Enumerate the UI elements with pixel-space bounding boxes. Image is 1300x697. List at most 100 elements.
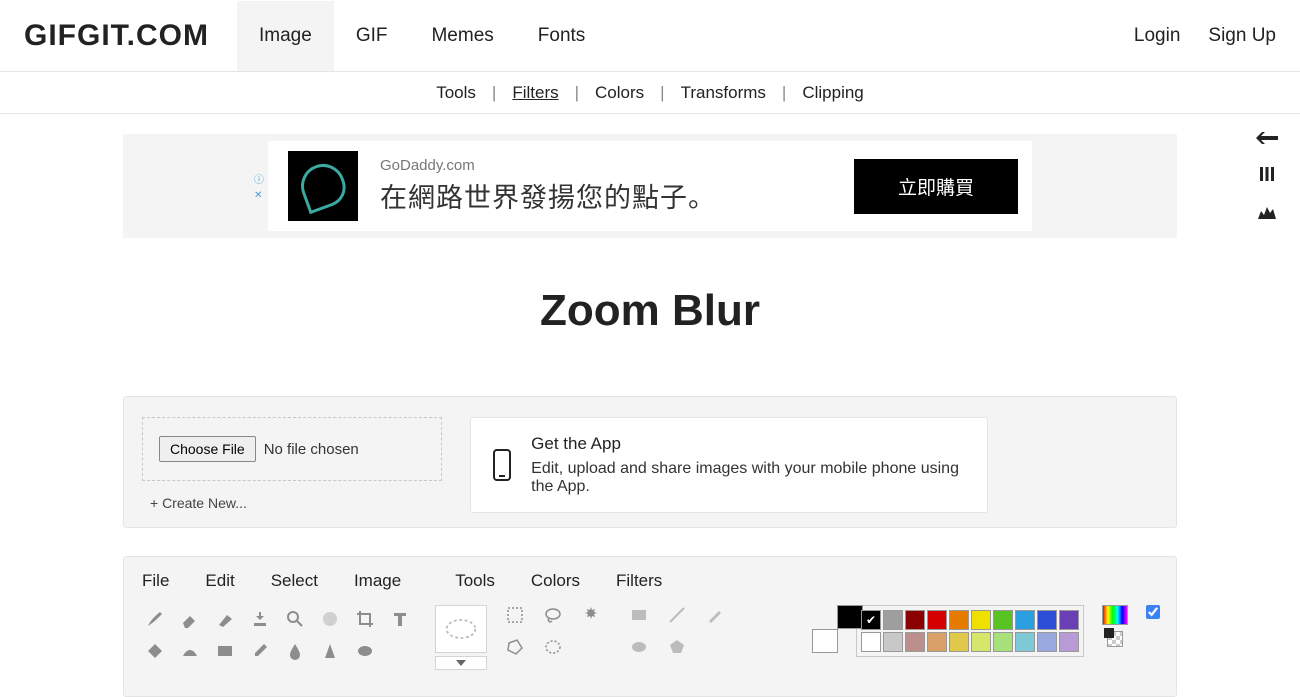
signup-link[interactable]: Sign Up bbox=[1208, 25, 1276, 47]
ad-content[interactable]: ⓘ ✕ GoDaddy.com 在網路世界發揚您的點子。 立即購買 bbox=[268, 141, 1032, 231]
palette-swatch[interactable] bbox=[949, 632, 969, 652]
color-picker-icon[interactable] bbox=[1102, 605, 1128, 625]
ad-source: GoDaddy.com bbox=[380, 157, 854, 174]
ad-block: ⓘ ✕ GoDaddy.com 在網路世界發揚您的點子。 立即購買 bbox=[123, 134, 1177, 238]
pencil-tool-icon[interactable] bbox=[705, 605, 735, 633]
palette-swatch[interactable] bbox=[971, 632, 991, 652]
palette-swatch[interactable] bbox=[927, 610, 947, 630]
subnav-filters[interactable]: Filters bbox=[498, 83, 572, 103]
palette-swatch[interactable] bbox=[1037, 610, 1057, 630]
sharpen-tool-icon[interactable] bbox=[315, 637, 345, 665]
editor-menubar: File Edit Select Image Tools Colors Filt… bbox=[140, 569, 1160, 605]
line-tool-icon[interactable] bbox=[667, 605, 697, 633]
login-link[interactable]: Login bbox=[1134, 25, 1181, 47]
palette-swatch[interactable] bbox=[861, 610, 881, 630]
palette-swatch[interactable] bbox=[949, 610, 969, 630]
palette-swatch[interactable] bbox=[1015, 632, 1035, 652]
gradient-tool-icon[interactable] bbox=[175, 637, 205, 665]
menu-tools[interactable]: Tools bbox=[455, 571, 495, 591]
ad-cta-button[interactable]: 立即購買 bbox=[854, 159, 1018, 214]
eraser-tool-icon[interactable] bbox=[175, 605, 205, 633]
no-file-label: No file chosen bbox=[264, 441, 359, 458]
tool-grid bbox=[140, 605, 415, 665]
blur-tool-icon[interactable] bbox=[280, 637, 310, 665]
options-checkbox[interactable] bbox=[1146, 605, 1160, 619]
palette-swatch[interactable] bbox=[1059, 610, 1079, 630]
smudge-tool-icon[interactable] bbox=[210, 605, 240, 633]
zoom-tool-icon[interactable] bbox=[280, 605, 310, 633]
auth-nav: Login Sign Up bbox=[1134, 25, 1276, 47]
subnav-tools[interactable]: Tools bbox=[422, 83, 490, 103]
create-new-link[interactable]: + Create New... bbox=[142, 495, 442, 511]
checkbox-input[interactable] bbox=[1146, 605, 1160, 619]
palette-swatch[interactable] bbox=[1059, 632, 1079, 652]
polygon-shape-icon[interactable] bbox=[667, 637, 697, 665]
palette-swatch[interactable] bbox=[971, 610, 991, 630]
eyedropper-tool-icon[interactable] bbox=[245, 637, 275, 665]
histogram-icon[interactable] bbox=[1258, 202, 1276, 225]
info-icon[interactable]: ⓘ bbox=[254, 171, 264, 186]
rect-shape-icon[interactable] bbox=[629, 605, 659, 633]
undo-icon[interactable] bbox=[1256, 128, 1278, 151]
top-bar: GIFGIT.COM Image GIF Memes Fonts Login S… bbox=[0, 0, 1300, 72]
palette-swatch[interactable] bbox=[905, 610, 925, 630]
menu-edit[interactable]: Edit bbox=[205, 571, 234, 591]
ellipse-select-icon[interactable] bbox=[543, 637, 573, 665]
palette-swatch[interactable] bbox=[927, 632, 947, 652]
menu-image[interactable]: Image bbox=[354, 571, 401, 591]
lasso-select-icon[interactable] bbox=[543, 605, 573, 633]
columns-icon[interactable] bbox=[1259, 165, 1275, 188]
file-dropzone[interactable]: Choose File No file chosen bbox=[142, 417, 442, 481]
palette-swatch[interactable] bbox=[1037, 632, 1057, 652]
menu-colors[interactable]: Colors bbox=[531, 571, 580, 591]
empty bbox=[581, 637, 611, 665]
menu-select[interactable]: Select bbox=[271, 571, 318, 591]
menu-filters[interactable]: Filters bbox=[616, 571, 662, 591]
palette-swatch[interactable] bbox=[993, 632, 1013, 652]
bucket-tool-icon[interactable] bbox=[140, 637, 170, 665]
menu-file[interactable]: File bbox=[142, 571, 169, 591]
rect-select-icon[interactable] bbox=[505, 605, 535, 633]
nav-gif[interactable]: GIF bbox=[334, 1, 410, 71]
brush-preview[interactable] bbox=[435, 605, 487, 653]
clone-stamp-icon[interactable] bbox=[245, 605, 275, 633]
site-logo[interactable]: GIFGIT.COM bbox=[24, 19, 209, 53]
nav-fonts[interactable]: Fonts bbox=[516, 1, 608, 71]
app-card-title: Get the App bbox=[531, 434, 965, 454]
nav-image[interactable]: Image bbox=[237, 1, 334, 71]
magic-wand-icon[interactable] bbox=[581, 605, 611, 633]
subnav-transforms[interactable]: Transforms bbox=[667, 83, 780, 103]
move-tool-icon[interactable] bbox=[315, 605, 345, 633]
background-swatch[interactable] bbox=[812, 629, 838, 653]
foreground-swatch[interactable] bbox=[837, 605, 863, 629]
ad-title: 在網路世界發揚您的點子。 bbox=[380, 176, 854, 215]
palette-panel bbox=[856, 605, 1084, 657]
palette-swatch[interactable] bbox=[905, 632, 925, 652]
right-rail bbox=[1256, 128, 1278, 225]
palette-swatch[interactable] bbox=[883, 610, 903, 630]
palette-swatch[interactable] bbox=[1015, 610, 1035, 630]
selection-tools bbox=[505, 605, 611, 665]
crop-tool-icon[interactable] bbox=[350, 605, 380, 633]
ellipse-tool-icon[interactable] bbox=[350, 637, 380, 665]
text-tool-icon[interactable] bbox=[385, 605, 415, 633]
get-app-card[interactable]: Get the App Edit, upload and share image… bbox=[470, 417, 988, 513]
rectangle-tool-icon[interactable] bbox=[210, 637, 240, 665]
subnav-clipping[interactable]: Clipping bbox=[788, 83, 877, 103]
transparency-swatch[interactable] bbox=[1107, 631, 1123, 647]
close-icon[interactable]: ✕ bbox=[254, 190, 264, 201]
palette-swatch[interactable] bbox=[993, 610, 1013, 630]
app-card-desc: Edit, upload and share images with your … bbox=[531, 460, 965, 496]
choose-file-button[interactable]: Choose File bbox=[159, 436, 256, 462]
brush-dropdown[interactable] bbox=[435, 656, 487, 670]
palette-swatch[interactable] bbox=[861, 632, 881, 652]
polygon-select-icon[interactable] bbox=[505, 637, 535, 665]
palette-swatch[interactable] bbox=[883, 632, 903, 652]
separator: | bbox=[780, 83, 788, 103]
ad-badge[interactable]: ⓘ ✕ bbox=[254, 171, 264, 201]
phone-icon bbox=[493, 449, 511, 481]
brush-tool-icon[interactable] bbox=[140, 605, 170, 633]
subnav-colors[interactable]: Colors bbox=[581, 83, 658, 103]
nav-memes[interactable]: Memes bbox=[409, 1, 515, 71]
ellipse-shape-icon[interactable] bbox=[629, 637, 659, 665]
